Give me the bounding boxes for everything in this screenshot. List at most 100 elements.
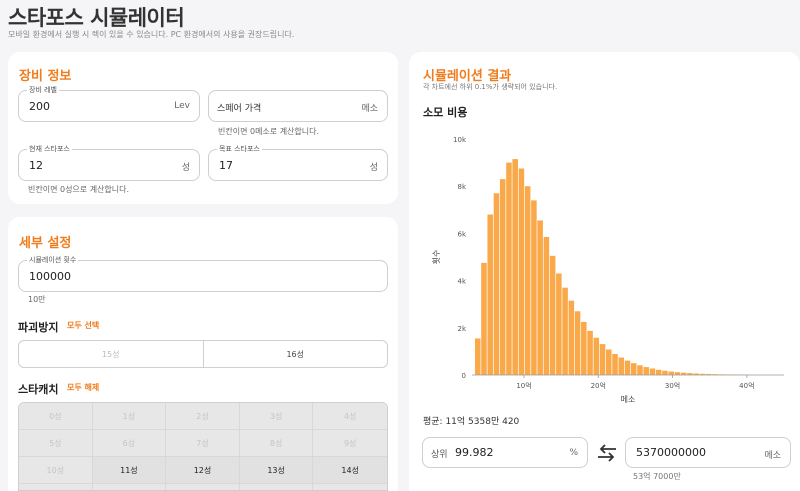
histogram-bar — [518, 168, 525, 375]
details-title: 세부 설정 — [19, 236, 72, 251]
y-axis-label: 횟수 — [431, 250, 441, 265]
current-star-label: 현재 스타포스 — [27, 144, 72, 154]
star-catch-cell[interactable]: 4성 — [313, 403, 387, 430]
y-tick-label: 6k — [457, 230, 466, 238]
result-subtitle: 각 차트에선 하위 0.1%가 생략되어 있습니다. — [423, 83, 558, 91]
cost-histogram: 0 2k 4k 6k 8k 10k 10억 20억 30억 40억메소 횟수 — [431, 136, 784, 404]
histogram-bar — [637, 365, 643, 375]
spare-price-field[interactable]: 스페어 가격 메소 — [208, 90, 388, 122]
star-catch-cell[interactable] — [92, 484, 167, 490]
target-star-suffix: 성 — [369, 163, 378, 173]
sim-count-label: 시뮬레이션 횟수 — [27, 255, 79, 265]
histogram-bar — [581, 321, 587, 375]
star-catch-cell[interactable]: 1성 — [92, 403, 167, 430]
percentile-suffix: % — [569, 448, 578, 458]
histogram-bar — [568, 300, 575, 375]
deselect-all-button[interactable]: 모두 해제 — [67, 382, 99, 393]
equipment-title: 장비 정보 — [19, 69, 72, 84]
meso-field[interactable]: 5370000000 메소 — [625, 437, 791, 468]
histogram-bar — [543, 236, 550, 375]
spare-price-placeholder: 스페어 가격 — [217, 104, 262, 114]
x-tick-label: 20억 — [591, 382, 606, 390]
histogram-bar — [630, 363, 637, 375]
histogram-bar — [556, 273, 562, 375]
sim-count-field[interactable]: 시뮬레이션 횟수 100000 — [18, 255, 388, 292]
y-tick-label: 10k — [453, 136, 467, 144]
star-catch-cell[interactable]: 5성 — [19, 430, 93, 457]
histogram-bar — [624, 360, 631, 375]
histogram-bar — [674, 372, 681, 375]
target-star-value: 17 — [219, 159, 233, 172]
destroy-guard-toggle: 15성 16성 — [18, 340, 388, 368]
histogram-bar — [643, 367, 649, 375]
current-star-suffix: 성 — [181, 163, 190, 173]
star-catch-cell[interactable]: 0성 — [19, 403, 93, 430]
y-tick-label: 2k — [457, 325, 466, 333]
meso-hint: 53억 7000만 — [633, 472, 681, 481]
star-catch-grid: 0성 1성 2성 3성 4성 5성 6성 7성 8성 9성 10성 11성 12성 13성 14성 — [18, 402, 388, 491]
star-catch-cell[interactable] — [166, 484, 240, 490]
star-catch-cell[interactable]: 2성 — [166, 403, 240, 430]
spare-price-hint: 빈칸이면 0메소로 계산합니다. — [218, 127, 320, 136]
histogram-bar — [481, 262, 487, 375]
histogram-bar — [574, 311, 581, 375]
histogram-bar — [506, 162, 512, 375]
star-catch-cell[interactable] — [19, 484, 93, 490]
destroy-guard-option[interactable]: 16성 — [202, 341, 388, 367]
current-star-value: 12 — [29, 159, 43, 172]
star-catch-cell[interactable]: 3성 — [239, 403, 314, 430]
histogram-bar — [531, 200, 537, 375]
current-star-hint: 빈칸이면 0성으로 계산합니다. — [28, 185, 130, 194]
equipment-card: 장비 정보 — [8, 52, 398, 204]
swap-icon[interactable] — [596, 444, 618, 462]
equipment-level-field[interactable]: 장비 레벨 200 Lev — [18, 85, 200, 122]
histogram-bar — [562, 287, 568, 375]
destroy-guard-label: 파괴방지 — [18, 321, 59, 334]
page-subtitle: 모바일 환경에서 실행 시 렉이 있을 수 있습니다. PC 환경에서의 사용을… — [8, 30, 295, 39]
x-tick-label: 30억 — [665, 382, 680, 390]
target-star-field[interactable]: 목표 스타포스 17 성 — [208, 144, 388, 181]
histogram-bar — [512, 159, 518, 375]
star-catch-cell[interactable]: 8성 — [239, 430, 314, 457]
histogram-bar — [612, 353, 618, 375]
average-value: 평균: 11억 5358만 420 — [423, 417, 520, 427]
histogram-bar — [537, 220, 543, 375]
star-catch-cell[interactable]: 14성 — [313, 457, 387, 484]
star-catch-cell[interactable]: 7성 — [166, 430, 240, 457]
histogram-bar — [487, 214, 493, 375]
star-catch-cell[interactable]: 11성 — [92, 457, 167, 484]
histogram-bar — [662, 370, 668, 375]
destroy-guard-option[interactable]: 15성 — [19, 341, 203, 367]
star-catch-cell[interactable] — [313, 484, 387, 490]
percentile-field[interactable]: 상위 99.982 % — [422, 437, 588, 468]
meso-suffix: 메소 — [764, 451, 781, 461]
x-tick-label: 40억 — [739, 382, 754, 390]
star-catch-cell[interactable] — [239, 484, 314, 490]
star-catch-cell[interactable]: 10성 — [19, 457, 93, 484]
select-all-button[interactable]: 모두 선택 — [67, 320, 99, 331]
meso-value: 5370000000 — [636, 446, 706, 459]
sim-count-hint: 10만 — [28, 295, 46, 304]
current-star-field[interactable]: 현재 스타포스 12 성 — [18, 144, 200, 181]
histogram-bar — [606, 349, 612, 375]
star-catch-label: 스타캐치 — [18, 383, 59, 396]
histogram-bar — [618, 357, 625, 375]
histogram-bar — [593, 337, 600, 375]
histogram-bar — [549, 255, 556, 375]
star-catch-cell[interactable]: 12성 — [166, 457, 240, 484]
y-tick-label: 0 — [462, 372, 466, 380]
histogram-bar — [599, 344, 606, 375]
histogram-bar — [493, 193, 500, 375]
histogram-bar — [499, 179, 506, 375]
histogram-bar — [668, 371, 674, 375]
percentile-prefix: 상위 — [431, 450, 448, 460]
star-catch-cell[interactable]: 9성 — [313, 430, 387, 457]
sim-count-value: 100000 — [29, 270, 71, 283]
equipment-level-label: 장비 레벨 — [27, 85, 59, 95]
x-tick-label: 10억 — [516, 382, 531, 390]
star-catch-cell[interactable]: 13성 — [239, 457, 314, 484]
y-tick-label: 8k — [457, 183, 466, 191]
star-catch-cell[interactable]: 6성 — [92, 430, 167, 457]
equipment-level-suffix: Lev — [174, 101, 190, 111]
x-axis-label: 메소 — [621, 395, 636, 404]
